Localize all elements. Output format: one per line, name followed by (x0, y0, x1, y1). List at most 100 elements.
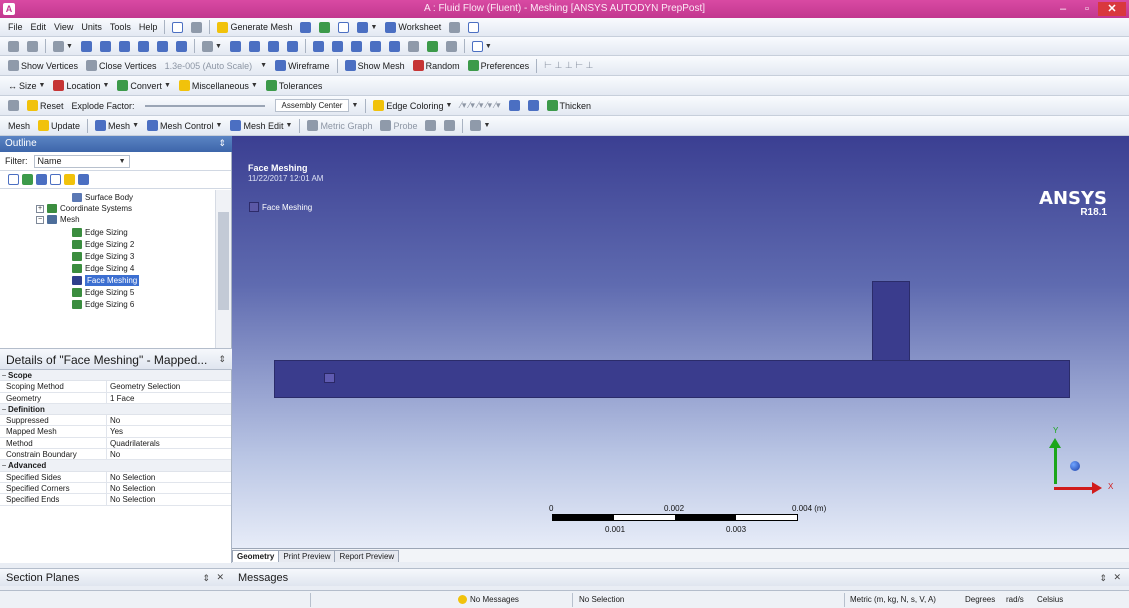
miscellaneous-dropdown[interactable]: Miscellaneous ▼ (175, 78, 262, 94)
select-node-icon[interactable] (172, 38, 191, 54)
details-pin-icon[interactable]: ⇕ (218, 354, 226, 365)
tolerances-button[interactable]: Tolerances (262, 78, 327, 94)
close-icon[interactable]: ✕ (1113, 572, 1121, 583)
filter-select[interactable]: Name ▼ (33, 154, 130, 168)
image-icon[interactable]: ▼ (353, 19, 381, 35)
location-dropdown[interactable]: Location ▼ (49, 78, 113, 94)
show-mesh-button[interactable]: Show Mesh (341, 58, 409, 74)
mesh-stats-icon[interactable] (315, 19, 334, 35)
minimize-button[interactable]: – (1052, 2, 1074, 16)
pan-icon[interactable] (245, 38, 264, 54)
section-display-icon[interactable]: ▼ (466, 118, 494, 134)
tree-filter-icon[interactable] (64, 174, 75, 185)
tree-expand-icon[interactable] (50, 174, 61, 185)
previous-view-icon[interactable] (347, 38, 366, 54)
row-specified-ends[interactable]: Specified Ends No Selection (0, 494, 231, 506)
menu-help[interactable]: Help (135, 19, 162, 35)
mesh-control-dropdown[interactable]: Mesh Control ▼ (143, 118, 226, 134)
tree-item-coordinate-systems[interactable]: + Coordinate Systems (36, 203, 132, 214)
select-face-icon[interactable] (115, 38, 134, 54)
group-advanced[interactable]: − Advanced (0, 460, 231, 472)
row-geometry[interactable]: Geometry 1 Face (0, 392, 231, 404)
rotate-icon[interactable] (226, 38, 245, 54)
iso-view-icon[interactable] (385, 38, 404, 54)
ruler-tool-icon[interactable]: ⊢ ⊥ ⊥ ⊢ ⊥ (540, 58, 597, 74)
wireframe-button[interactable]: Wireframe (271, 58, 334, 74)
expand-all-icon[interactable] (22, 174, 33, 185)
probe-extra-icon[interactable] (440, 118, 459, 134)
preview-icon[interactable] (296, 19, 315, 35)
status-units[interactable]: Metric (m, kg, N, s, V, A) (850, 594, 936, 606)
tree-item-edge-sizing-6[interactable]: Edge Sizing 6 (72, 299, 134, 310)
collapse-icon[interactable]: − (0, 370, 8, 380)
auto-scale-field[interactable]: 1.3e-005 (Auto Scale) (161, 58, 257, 74)
menu-file[interactable]: File (4, 19, 27, 35)
sort-icon[interactable] (78, 174, 89, 185)
row-method[interactable]: Method Quadrilaterals (0, 437, 231, 450)
collapse-icon[interactable]: − (36, 215, 44, 224)
row-scoping-method[interactable]: Scoping Method Geometry Selection (0, 381, 231, 393)
group-scope[interactable]: − Scope (0, 370, 231, 382)
select-element-icon[interactable] (153, 38, 172, 54)
tree-item-face-meshing[interactable]: Face Meshing (72, 275, 140, 286)
extend-selection-icon[interactable]: ▼ (198, 38, 226, 54)
generate-mesh-button[interactable]: Generate Mesh (213, 19, 296, 35)
expand-icon[interactable] (187, 19, 206, 35)
tree-item-edge-sizing-5[interactable]: Edge Sizing 5 (72, 287, 134, 298)
status-rate-units[interactable]: rad/s (1006, 594, 1024, 606)
random-colors-button[interactable]: Random (409, 58, 464, 74)
tree-item-edge-sizing-3[interactable]: Edge Sizing 3 (72, 251, 134, 262)
select-vertex-icon[interactable] (4, 38, 23, 54)
select-edge-filter-icon[interactable] (96, 38, 115, 54)
tree-item-edge-sizing-4[interactable]: Edge Sizing 4 (72, 263, 134, 274)
graphics-viewport[interactable]: Face Meshing 11/22/2017 12:01 AM Face Me… (232, 136, 1129, 562)
worksheet-button[interactable]: Worksheet (381, 19, 445, 35)
thin-edge-icon[interactable] (524, 98, 543, 114)
maximize-button[interactable]: ▫ (1076, 2, 1098, 16)
viewport-layout-icon[interactable]: ▼ (468, 38, 496, 54)
tag-icon[interactable] (464, 19, 483, 35)
row-constrain-boundary[interactable]: Constrain Boundary No (0, 449, 231, 461)
tree-item-surface-body[interactable]: Surface Body (72, 192, 133, 203)
box-zoom-icon[interactable] (283, 38, 302, 54)
zoom-to-fit-icon[interactable] (309, 38, 328, 54)
geometry-body[interactable] (274, 360, 1070, 398)
scale-dropdown-icon[interactable]: ▼ (256, 58, 271, 74)
scroll-thumb[interactable] (218, 212, 229, 310)
close-icon[interactable]: ✕ (216, 572, 224, 583)
wireframe-toggle-icon[interactable] (442, 38, 461, 54)
tree-item-mesh[interactable]: − Mesh (36, 214, 80, 225)
group-definition[interactable]: − Definition (0, 403, 231, 416)
pin-icon[interactable]: ⇕ (1099, 573, 1107, 584)
pin-tool-icon[interactable] (505, 98, 524, 114)
report-icon[interactable] (334, 19, 353, 35)
select-edge-icon[interactable] (23, 38, 42, 54)
explode-factor-slider[interactable] (144, 104, 265, 107)
edge-coloring-dropdown[interactable]: Edge Coloring ▼ (369, 98, 456, 114)
status-messages[interactable]: No Messages (458, 594, 519, 606)
status-angle-units[interactable]: Degrees (965, 594, 995, 606)
menu-tools[interactable]: Tools (106, 19, 135, 35)
viewport-split-icon[interactable] (404, 38, 423, 54)
size-dropdown[interactable]: ↔ Size ▼ (4, 78, 49, 94)
pin-icon[interactable]: ⇕ (202, 573, 210, 584)
outline-scrollbar[interactable] (215, 190, 231, 348)
select-mode-icon[interactable] (168, 19, 187, 35)
tab-geometry[interactable]: Geometry (232, 550, 280, 562)
magnifier-icon[interactable] (328, 38, 347, 54)
mesh-dropdown[interactable]: Mesh ▼ (91, 118, 143, 134)
z-axis-ball-icon[interactable] (1070, 461, 1080, 471)
help-cursor-icon[interactable] (445, 19, 464, 35)
status-temperature-units[interactable]: Celsius (1037, 594, 1063, 606)
row-specified-corners[interactable]: Specified Corners No Selection (0, 482, 231, 495)
preferences-button[interactable]: Preferences (464, 58, 534, 74)
show-vertices-button[interactable]: Show Vertices (4, 58, 82, 74)
tab-print-preview[interactable]: Print Preview (278, 550, 336, 562)
reset-button[interactable]: Reset (23, 98, 68, 114)
select-point-icon[interactable] (77, 38, 96, 54)
select-mode-dropdown-icon[interactable]: ▼ (49, 38, 77, 54)
thicken-button[interactable]: Thicken (543, 98, 596, 114)
tab-report-preview[interactable]: Report Preview (334, 550, 400, 562)
close-vertices-button[interactable]: Close Vertices (82, 58, 161, 74)
metric-graph-button[interactable]: Metric Graph (303, 118, 376, 134)
